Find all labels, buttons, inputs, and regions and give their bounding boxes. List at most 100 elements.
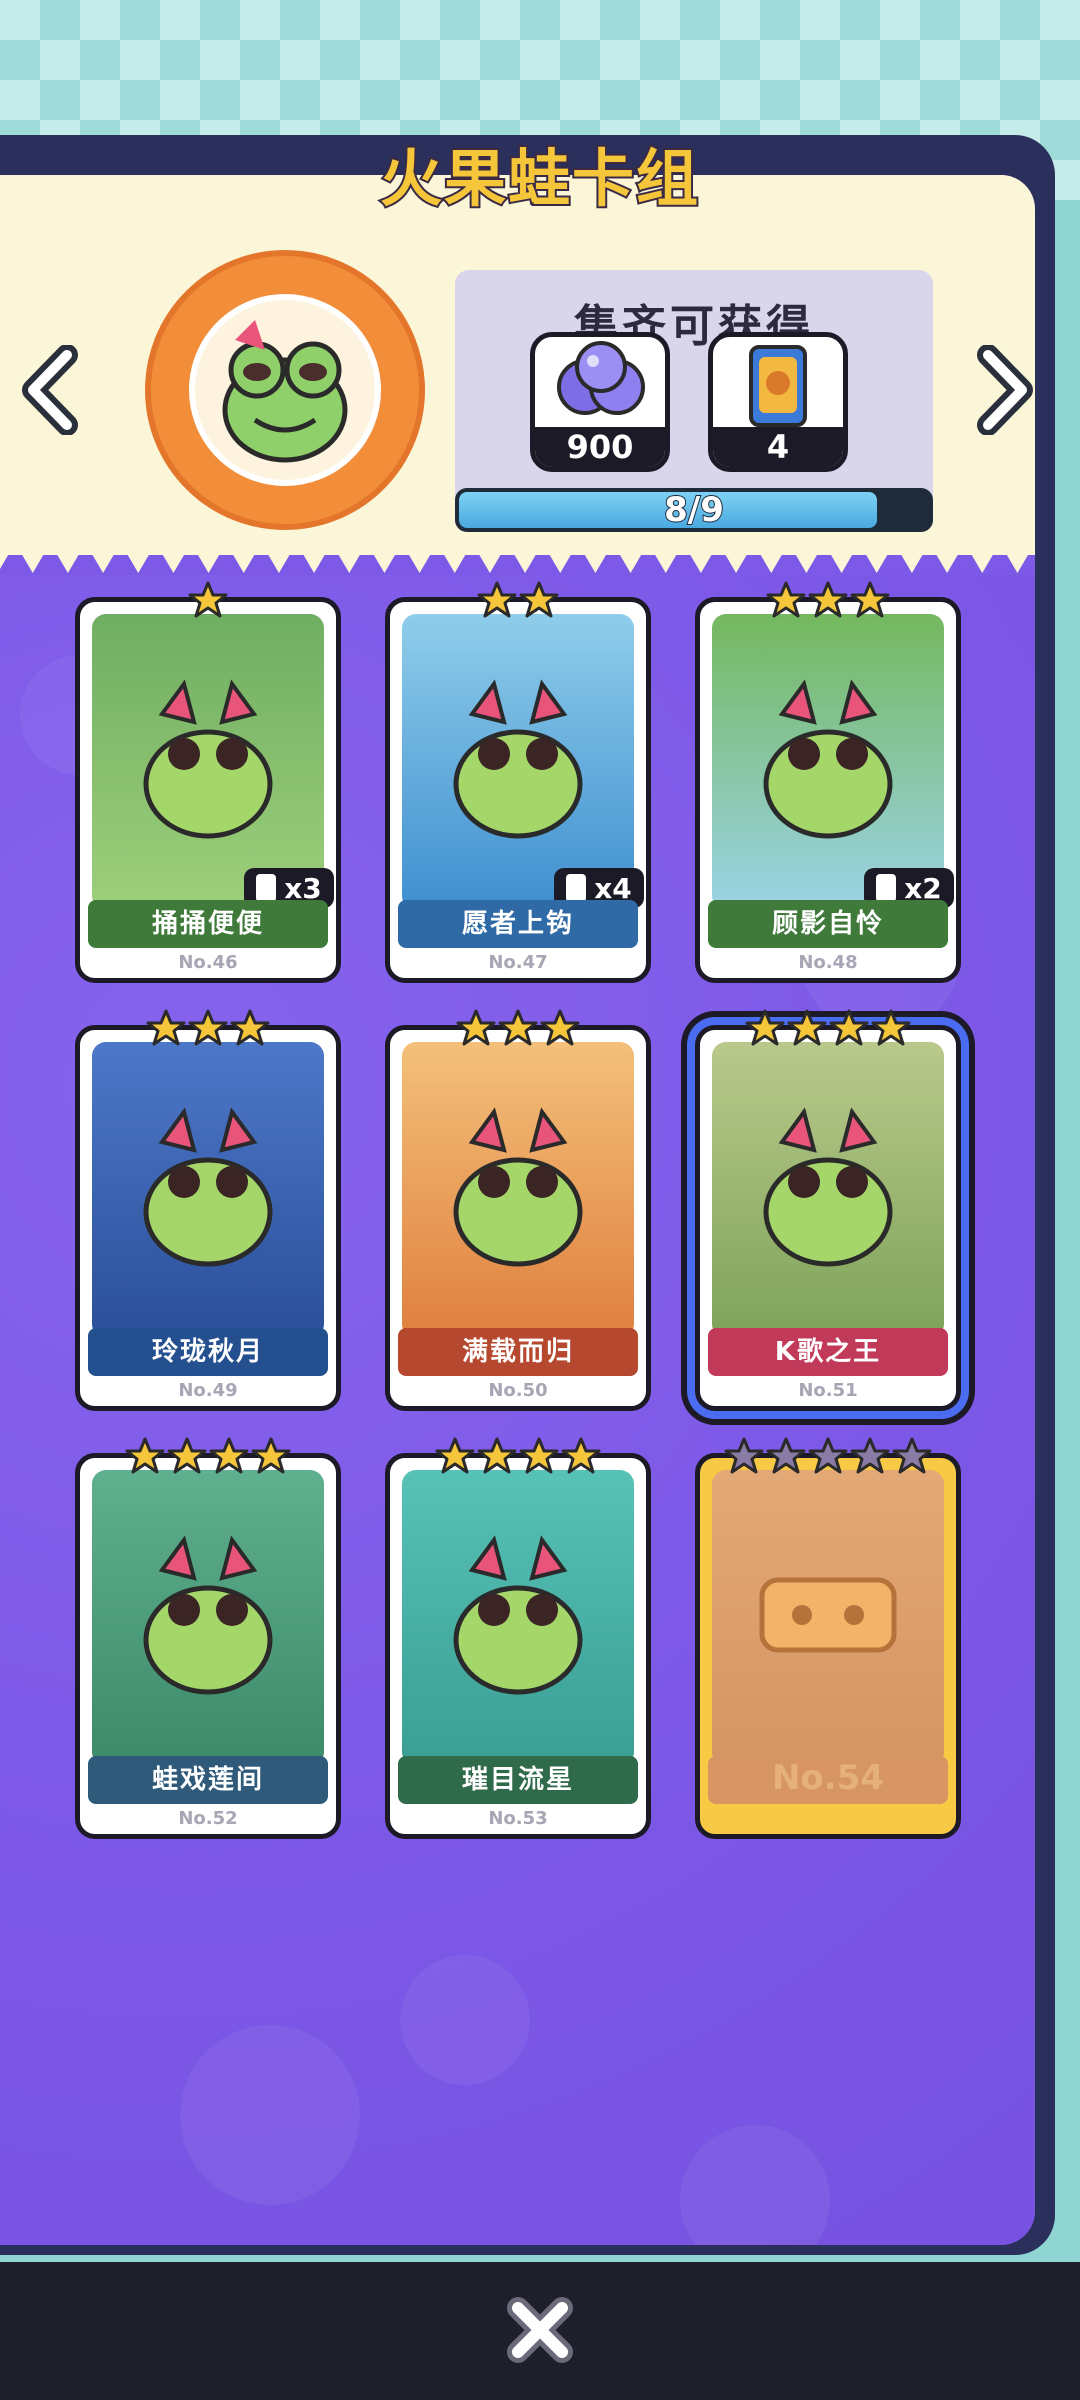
card-name: 顾影自怜 xyxy=(708,900,948,948)
star-icon xyxy=(519,581,559,618)
reward-orbs-count: 900 xyxy=(535,427,665,467)
star-icon xyxy=(850,1437,890,1474)
star-icon xyxy=(477,581,517,618)
progress-text: 8/9 xyxy=(663,490,725,530)
reward-orbs[interactable]: 900 xyxy=(530,332,670,472)
star-icon xyxy=(892,1437,932,1474)
close-icon xyxy=(507,2297,573,2363)
star-icon xyxy=(808,1437,848,1474)
frog-illustration-icon xyxy=(143,1535,273,1695)
zigzag-divider xyxy=(0,543,1035,573)
star-icon xyxy=(850,581,890,618)
next-deck-button[interactable] xyxy=(965,335,1045,445)
card-name: 满载而归 xyxy=(398,1328,638,1376)
card-art xyxy=(402,1470,634,1766)
card-name: 玲珑秋月 xyxy=(88,1328,328,1376)
collection-progress-bar: 8/9 xyxy=(455,488,933,532)
chevron-left-icon xyxy=(22,345,78,435)
frog-illustration-icon xyxy=(453,1107,583,1267)
star-icon xyxy=(498,1009,538,1046)
deck-title: 火果蛙卡组 xyxy=(378,140,700,217)
card-name: 璀目流星 xyxy=(398,1756,638,1804)
collection-card[interactable]: 满载而归 No.50 xyxy=(385,1009,651,1411)
reward-heading: 集齐可获得 xyxy=(574,301,814,352)
frog-illustration-icon xyxy=(763,679,893,839)
card-number: No.50 xyxy=(488,1380,548,1401)
star-icon xyxy=(808,581,848,618)
collection-card[interactable]: x4 愿者上钩 No.47 xyxy=(385,581,651,983)
collection-card[interactable]: 璀目流星 No.53 xyxy=(385,1437,651,1839)
star-icon xyxy=(561,1437,601,1474)
card-art xyxy=(712,614,944,910)
card-stars xyxy=(80,580,336,620)
card-art xyxy=(92,1042,324,1338)
star-icon xyxy=(456,1009,496,1046)
star-icon xyxy=(209,1437,249,1474)
card-name: 蛙戏莲间 xyxy=(88,1756,328,1804)
chevron-right-icon xyxy=(977,345,1033,435)
card-stars xyxy=(700,1436,956,1476)
card-number: No.53 xyxy=(488,1808,548,1829)
card-stars xyxy=(700,1008,956,1048)
star-icon xyxy=(787,1009,827,1046)
frog-avatar xyxy=(189,294,381,486)
collection-card[interactable]: x3 捅捅便便 No.46 xyxy=(75,581,341,983)
star-icon xyxy=(230,1009,270,1046)
frog-illustration-icon xyxy=(143,1107,273,1267)
collection-card[interactable]: No.54 xyxy=(695,1437,961,1839)
star-icon xyxy=(766,1437,806,1474)
card-stars xyxy=(80,1436,336,1476)
prev-deck-button[interactable] xyxy=(10,335,90,445)
card-number: No.47 xyxy=(488,952,548,973)
card-stars xyxy=(390,1008,646,1048)
frog-illustration-icon xyxy=(143,679,273,839)
star-icon xyxy=(540,1009,580,1046)
frog-illustration-icon xyxy=(763,1107,893,1267)
card-name: 愿者上钩 xyxy=(398,900,638,948)
star-icon xyxy=(146,1009,186,1046)
card-stars xyxy=(80,1008,336,1048)
card-art xyxy=(712,1042,944,1338)
reward-card-pack-count: 4 xyxy=(713,427,843,467)
card-stars xyxy=(390,1436,646,1476)
card-pack-icon xyxy=(749,345,807,427)
collection-card[interactable]: 蛙戏莲间 No.52 xyxy=(75,1437,341,1839)
collection-card[interactable]: x2 顾影自怜 No.48 xyxy=(695,581,961,983)
card-number: No.52 xyxy=(178,1808,238,1829)
card-number: No.46 xyxy=(178,952,238,973)
card-name: 捅捅便便 xyxy=(88,900,328,948)
collection-card[interactable]: 玲珑秋月 No.49 xyxy=(75,1009,341,1411)
star-icon xyxy=(477,1437,517,1474)
star-icon xyxy=(724,1437,764,1474)
collection-card[interactable]: K歌之王 No.51 xyxy=(695,1009,961,1411)
card-art xyxy=(402,614,634,910)
star-icon xyxy=(251,1437,291,1474)
frog-illustration-icon xyxy=(453,679,583,839)
star-icon xyxy=(829,1009,869,1046)
orb-cluster-icon xyxy=(557,341,645,415)
card-art xyxy=(92,1470,324,1766)
star-icon xyxy=(435,1437,475,1474)
card-number: No.48 xyxy=(798,952,858,973)
close-button[interactable] xyxy=(500,2290,580,2370)
card-number: No.51 xyxy=(798,1380,858,1401)
card-name: K歌之王 xyxy=(708,1328,948,1376)
star-icon xyxy=(167,1437,207,1474)
card-art xyxy=(92,614,324,910)
star-icon xyxy=(871,1009,911,1046)
star-icon xyxy=(766,581,806,618)
card-art xyxy=(712,1470,944,1766)
star-icon xyxy=(188,581,228,618)
card-stars xyxy=(700,580,956,620)
card-number: No.54 xyxy=(771,1758,885,1798)
locked-card-emblem-icon xyxy=(759,1577,897,1653)
deck-medal xyxy=(145,250,425,530)
star-icon xyxy=(745,1009,785,1046)
frog-portrait-icon xyxy=(222,320,348,463)
card-number: No.49 xyxy=(178,1380,238,1401)
star-icon xyxy=(519,1437,559,1474)
star-icon xyxy=(188,1009,228,1046)
star-icon xyxy=(125,1437,165,1474)
frog-illustration-icon xyxy=(453,1535,583,1695)
reward-card-pack[interactable]: 4 xyxy=(708,332,848,472)
